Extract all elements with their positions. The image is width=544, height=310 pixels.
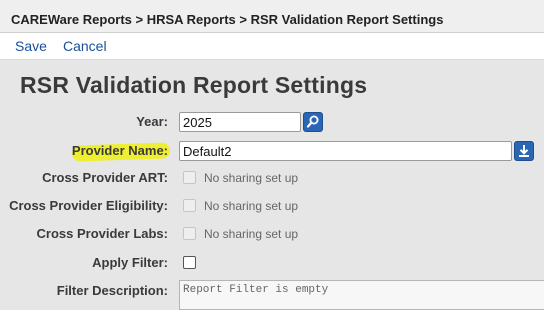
year-input[interactable] (179, 112, 301, 132)
apply-filter-row: Apply Filter: (0, 251, 544, 275)
provider-name-row: Provider Name: (0, 139, 544, 163)
year-lookup-button[interactable] (303, 112, 323, 132)
search-icon (306, 115, 319, 128)
cross-provider-art-label: Cross Provider ART: (42, 170, 168, 185)
provider-name-label: Provider Name: (71, 143, 168, 158)
filter-description-row: Filter Description: Report Filter is emp… (0, 278, 544, 310)
cross-provider-art-checkbox[interactable] (183, 171, 196, 184)
filter-description-label: Filter Description: (56, 283, 168, 298)
cross-provider-labs-checkbox[interactable] (183, 227, 196, 240)
page-title: RSR Validation Report Settings (20, 72, 368, 98)
save-button[interactable]: Save (15, 38, 47, 54)
cross-provider-eligibility-checkbox[interactable] (183, 199, 196, 212)
cross-provider-labs-note: No sharing set up (204, 227, 299, 241)
cross-provider-art-row: Cross Provider ART: No sharing set up (0, 166, 544, 190)
toolbar: Save Cancel (0, 33, 544, 60)
cross-provider-eligibility-note: No sharing set up (204, 199, 299, 213)
year-label: Year: (136, 114, 168, 129)
apply-filter-checkbox[interactable] (183, 256, 196, 269)
year-row: Year: (0, 110, 544, 134)
cross-provider-eligibility-row: Cross Provider Eligibility: No sharing s… (0, 194, 544, 218)
provider-name-input[interactable] (179, 141, 512, 161)
breadcrumb: CAREWare Reports > HRSA Reports > RSR Va… (0, 0, 544, 33)
cancel-button[interactable]: Cancel (63, 38, 107, 54)
apply-filter-label: Apply Filter: (92, 255, 168, 270)
cross-provider-eligibility-label: Cross Provider Eligibility: (9, 198, 168, 213)
provider-name-select-button[interactable] (514, 141, 534, 161)
cross-provider-labs-row: Cross Provider Labs: No sharing set up (0, 222, 544, 246)
download-icon (519, 145, 529, 157)
cross-provider-labs-label: Cross Provider Labs: (36, 226, 169, 241)
cross-provider-art-note: No sharing set up (204, 171, 299, 185)
